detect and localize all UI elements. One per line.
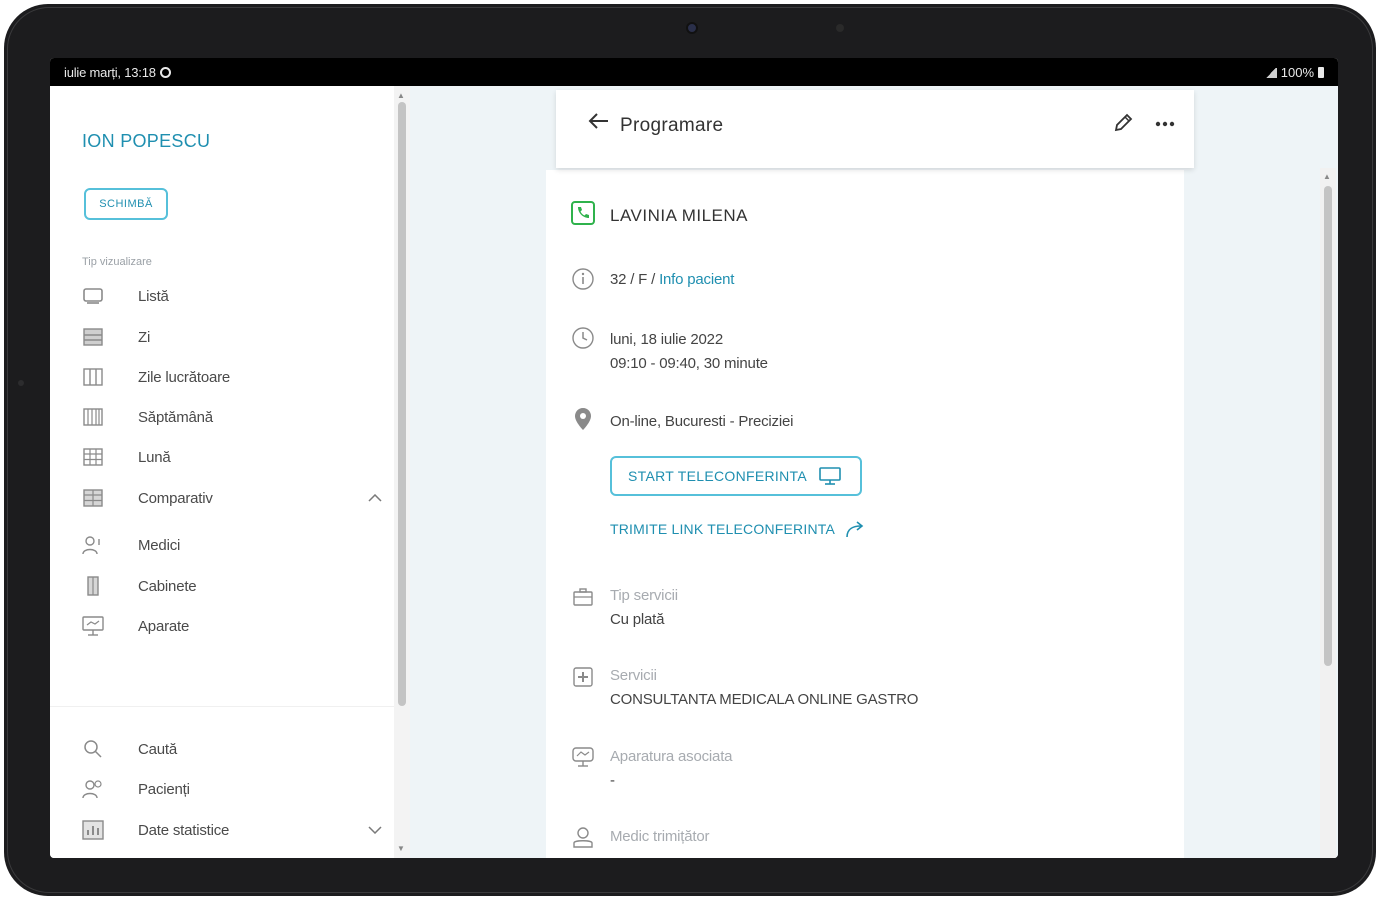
sidebar-item-month[interactable]: Lună: [82, 442, 382, 472]
month-icon: [82, 447, 104, 467]
clock-icon: [570, 325, 596, 351]
patient-meta: 32 / F /: [610, 271, 660, 288]
sidebar-item-label: Aparate: [138, 617, 190, 635]
service-type-label: Tip servicii: [610, 587, 678, 604]
services-value: CONSULTANTA MEDICALA ONLINE GASTRO: [610, 691, 919, 708]
equipment-icon: [570, 744, 596, 770]
more-options-icon[interactable]: [1154, 108, 1176, 134]
appointment-location: On-line, Bucuresti - Preciziei: [610, 413, 794, 430]
change-user-button[interactable]: SCHIMBĂ: [84, 188, 168, 220]
sidebar-item-week[interactable]: Săptămână: [82, 402, 382, 432]
chevron-down-icon[interactable]: [368, 823, 382, 837]
sidebar-item-statistics[interactable]: Date statistice: [82, 815, 382, 845]
battery-level: 100%: [1280, 65, 1314, 80]
view-type-label: Tip vizualizare: [82, 256, 152, 268]
sidebar-item-label: Medici: [138, 536, 181, 554]
cabinet-icon: [82, 576, 104, 596]
sidebar-item-label: Comparativ: [138, 489, 213, 507]
phone-icon: [570, 200, 596, 231]
search-icon: [82, 739, 104, 759]
signal-icon: [1264, 67, 1277, 78]
sidebar-item-label: Listă: [138, 287, 169, 305]
sidebar-item-label: Caută: [138, 740, 178, 758]
medical-plus-icon: [570, 664, 596, 690]
referring-doctor-label: Medic trimițător: [610, 828, 710, 845]
page-title: Programare: [620, 115, 724, 136]
sidebar-item-patients[interactable]: Pacienți: [82, 774, 382, 804]
sidebar-scrollbar-thumb[interactable]: [398, 102, 406, 706]
sidebar-item-label: Zile lucrătoare: [138, 368, 231, 386]
sidebar: ION POPESCU SCHIMBĂ Tip vizualizare List…: [50, 86, 394, 858]
pencil-icon[interactable]: [1112, 112, 1134, 139]
chevron-up-icon[interactable]: [368, 491, 382, 505]
send-link-label: TRIMITE LINK TELECONFERINTA: [610, 521, 836, 537]
sidebar-divider: [50, 706, 394, 707]
compare-icon: [82, 488, 104, 508]
appointment-date: luni, 18 iulie 2022: [610, 331, 723, 348]
back-arrow-icon[interactable]: [588, 110, 610, 136]
sidebar-item-label: Cabinete: [138, 577, 197, 595]
sidebar-item-devices[interactable]: Aparate: [82, 611, 382, 641]
sidebar-item-label: Date statistice: [138, 821, 230, 839]
sidebar-item-workdays[interactable]: Zile lucrătoare: [82, 362, 382, 392]
list-icon: [82, 286, 104, 306]
sidebar-item-doctors[interactable]: Medici: [82, 530, 382, 560]
sidebar-item-label: Zi: [138, 328, 151, 346]
patient-name: LAVINIA MILENA: [610, 206, 749, 225]
side-sensor: [18, 380, 24, 386]
sidebar-item-day[interactable]: Zi: [82, 322, 382, 352]
main-scroll-up-icon[interactable]: ▲: [1323, 172, 1331, 181]
sidebar-item-compare[interactable]: Comparativ: [82, 483, 382, 513]
briefcase-icon: [570, 584, 596, 610]
sidebar-item-search[interactable]: Caută: [82, 734, 382, 764]
stats-icon: [82, 820, 104, 840]
devices-icon: [82, 616, 104, 636]
screen: iulie marți, 13:18 100% ION POPESCU SCHI…: [50, 58, 1338, 858]
battery-icon: [1318, 67, 1324, 78]
day-icon: [82, 327, 104, 347]
location-pin-icon: [570, 406, 596, 432]
scroll-down-icon[interactable]: ▼: [397, 844, 405, 853]
sidebar-item-label: Pacienți: [138, 780, 190, 798]
workdays-icon: [82, 367, 104, 387]
status-bar: iulie marți, 13:18 100%: [50, 58, 1338, 86]
start-teleconference-label: START TELECONFERINTA: [628, 468, 807, 484]
front-camera: [686, 22, 698, 34]
sidebar-item-cabinets[interactable]: Cabinete: [82, 571, 382, 601]
appointment-time: 09:10 - 09:40, 30 minute: [610, 355, 768, 372]
tablet-frame: iulie marți, 13:18 100% ION POPESCU SCHI…: [4, 4, 1376, 896]
person-icon: [570, 824, 596, 850]
user-name: ION POPESCU: [82, 131, 211, 151]
patient-meta-row: 32 / F / Info pacient: [610, 268, 734, 292]
start-teleconference-button[interactable]: START TELECONFERINTA: [610, 456, 862, 496]
scroll-up-icon[interactable]: ▲: [397, 91, 405, 100]
equipment-value: -: [610, 772, 615, 789]
sidebar-item-list[interactable]: Listă: [82, 281, 382, 311]
sidebar-item-label: Lună: [138, 448, 171, 466]
appointment-details: LAVINIA MILENA 32 / F / Info pacient lun…: [546, 170, 1184, 858]
patients-icon: [82, 779, 104, 799]
sync-icon: [159, 67, 171, 78]
monitor-icon: [819, 467, 841, 485]
info-icon: [570, 266, 596, 292]
patient-info-link[interactable]: Info pacient: [659, 271, 734, 288]
send-teleconference-link[interactable]: TRIMITE LINK TELECONFERINTA: [610, 520, 867, 538]
share-arrow-icon: [846, 521, 864, 538]
service-type-value: Cu plată: [610, 611, 665, 628]
sidebar-item-label: Săptămână: [138, 408, 213, 426]
services-label: Servicii: [610, 667, 657, 684]
status-datetime: iulie marți, 13:18: [64, 65, 156, 80]
light-sensor: [836, 24, 844, 32]
week-icon: [82, 407, 104, 427]
equipment-label: Aparatura asociata: [610, 748, 733, 765]
appointment-header: Programare: [556, 90, 1194, 168]
main-scrollbar-thumb[interactable]: [1324, 186, 1332, 666]
doctors-icon: [82, 535, 104, 555]
